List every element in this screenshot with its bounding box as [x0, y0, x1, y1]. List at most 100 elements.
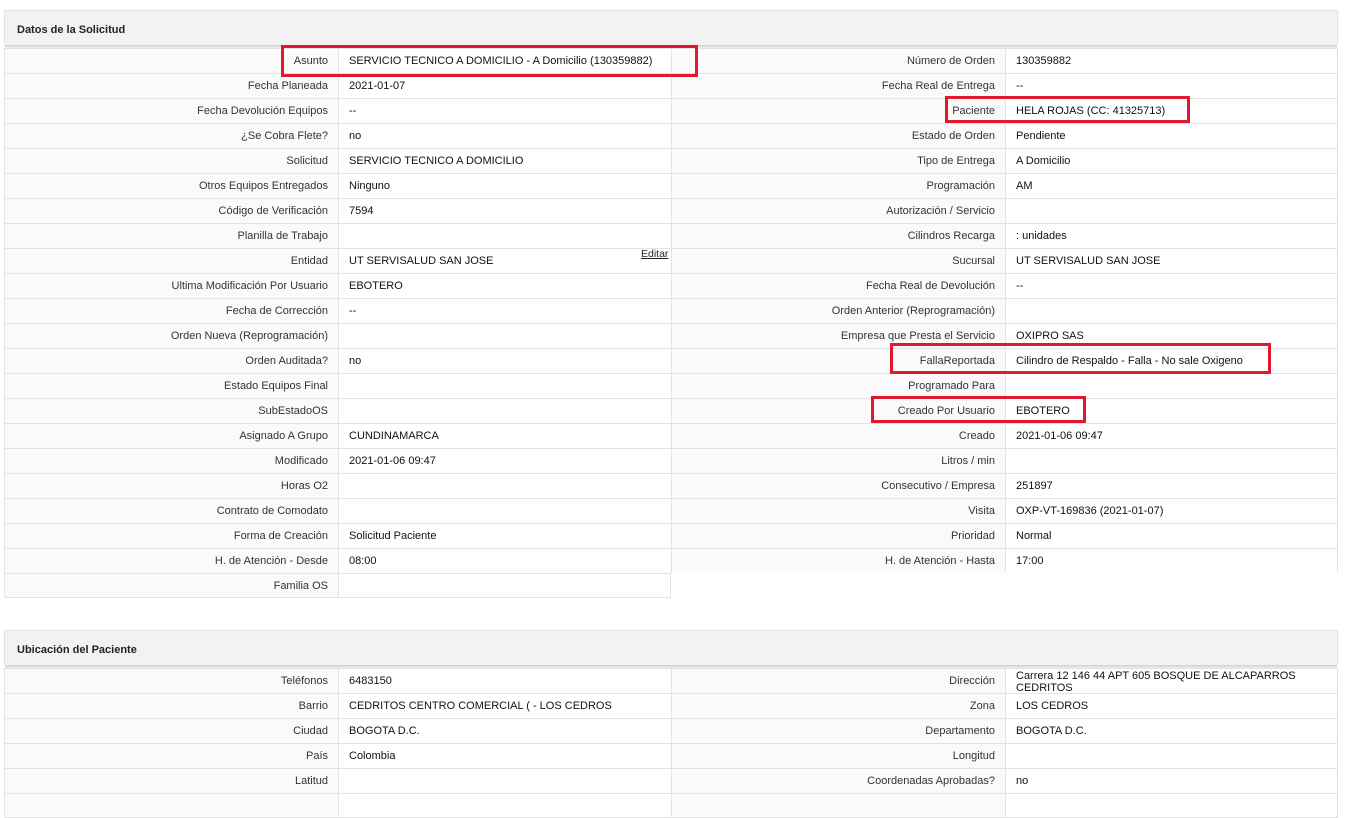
field-label: Tipo de Entrega — [671, 148, 1005, 173]
field-value — [338, 473, 671, 498]
field-label: Cilindros Recarga — [671, 223, 1005, 248]
field-value: Ninguno — [338, 173, 671, 198]
field-label: Fecha de Corrección — [4, 298, 338, 323]
field-label: FallaReportada — [671, 348, 1005, 373]
field-value: no — [338, 348, 671, 373]
field-value — [1005, 448, 1338, 473]
field-value: : unidades — [1005, 223, 1338, 248]
field-value: -- — [338, 298, 671, 323]
field-label: Sucursal — [671, 248, 1005, 273]
field-value: LOS CEDROS — [1005, 693, 1338, 718]
field-value: CUNDINAMARCA — [338, 423, 671, 448]
field-value: AM — [1005, 173, 1338, 198]
field-label: Orden Auditada? — [4, 348, 338, 373]
field-value: Cilindro de Respaldo - Falla - No sale O… — [1005, 348, 1338, 373]
solicitud-panel-title: Datos de la Solicitud — [4, 10, 1338, 48]
field-label: Fecha Devolución Equipos — [4, 98, 338, 123]
field-label: País — [4, 743, 338, 768]
field-value: A Domicilio — [1005, 148, 1338, 173]
field-label: Orden Nueva (Reprogramación) — [4, 323, 338, 348]
field-label: Zona — [671, 693, 1005, 718]
field-value — [1005, 298, 1338, 323]
field-label: Latitud — [4, 768, 338, 793]
field-value: OXP-VT-169836 (2021-01-07) — [1005, 498, 1338, 523]
field-value: 6483150 — [338, 668, 671, 693]
field-value: Carrera 12 146 44 APT 605 BOSQUE DE ALCA… — [1005, 668, 1338, 693]
field-value: OXIPRO SAS — [1005, 323, 1338, 348]
field-label: Modificado — [4, 448, 338, 473]
ubicacion-panel-title: Ubicación del Paciente — [4, 630, 1338, 668]
field-value — [1005, 743, 1338, 768]
field-value: UT SERVISALUD SAN JOSE — [338, 248, 671, 273]
field-value: Colombia — [338, 743, 671, 768]
field-value — [1005, 793, 1338, 818]
field-label: Departamento — [671, 718, 1005, 743]
field-value: Normal — [1005, 523, 1338, 548]
ubicacion-panel: Ubicación del Paciente Teléfonos 6483150 D… — [4, 630, 1338, 818]
field-label: Horas O2 — [4, 473, 338, 498]
field-label: Familia OS — [4, 573, 338, 598]
field-value: 2021-01-06 09:47 — [1005, 423, 1338, 448]
field-label: Prioridad — [671, 523, 1005, 548]
field-label: Otros Equipos Entregados — [4, 173, 338, 198]
field-label: Solicitud — [4, 148, 338, 173]
field-value: no — [1005, 768, 1338, 793]
field-value: EBOTERO — [338, 273, 671, 298]
field-value: 2021-01-06 09:47 — [338, 448, 671, 473]
field-value: 08:00 — [338, 548, 671, 573]
field-value: 17:00 — [1005, 548, 1338, 573]
field-label: Longitud — [671, 743, 1005, 768]
field-label: SubEstadoOS — [4, 398, 338, 423]
field-label: Asunto — [4, 48, 338, 73]
field-label: Creado — [671, 423, 1005, 448]
editar-link[interactable]: Editar — [641, 248, 668, 260]
field-label: Paciente — [671, 98, 1005, 123]
field-label: Coordenadas Aprobadas? — [671, 768, 1005, 793]
solicitud-panel: Datos de la Solicitud Asunto SERVICIO TEC… — [4, 10, 1338, 598]
field-label: Fecha Real de Devolución — [671, 273, 1005, 298]
field-label: Estado Equipos Final — [4, 373, 338, 398]
field-label: Barrio — [4, 693, 338, 718]
field-label: H. de Atención - Desde — [4, 548, 338, 573]
field-value: Solicitud Paciente — [338, 523, 671, 548]
field-value: HELA ROJAS (CC: 41325713) — [1005, 98, 1338, 123]
field-value — [338, 793, 671, 818]
field-label: Número de Orden — [671, 48, 1005, 73]
field-value: -- — [1005, 73, 1338, 98]
field-label: Visita — [671, 498, 1005, 523]
field-value: SERVICIO TECNICO A DOMICILIO — [338, 148, 671, 173]
field-value: EBOTERO — [1005, 398, 1338, 423]
field-label: Estado de Orden — [671, 123, 1005, 148]
field-label: Ultima Modificación Por Usuario — [4, 273, 338, 298]
field-label: Código de Verificación — [4, 198, 338, 223]
field-value — [338, 398, 671, 423]
field-label: Litros / min — [671, 448, 1005, 473]
field-label — [671, 793, 1005, 818]
field-label: Contrato de Comodato — [4, 498, 338, 523]
field-label: H. de Atención - Hasta — [671, 548, 1005, 573]
field-value: 251897 — [1005, 473, 1338, 498]
field-label: Ciudad — [4, 718, 338, 743]
field-label: Forma de Creación — [4, 523, 338, 548]
field-value: 130359882 — [1005, 48, 1338, 73]
field-value: no — [338, 123, 671, 148]
field-value: Pendiente — [1005, 123, 1338, 148]
field-label: Asignado A Grupo — [4, 423, 338, 448]
field-value: CEDRITOS CENTRO COMERCIAL ( - LOS CEDROS — [338, 693, 671, 718]
field-value: -- — [1005, 273, 1338, 298]
field-value: UT SERVISALUD SAN JOSE — [1005, 248, 1338, 273]
field-value — [338, 573, 671, 598]
field-value: 7594 — [338, 198, 671, 223]
field-label: ¿Se Cobra Flete? — [4, 123, 338, 148]
field-label: Programación — [671, 173, 1005, 198]
field-label: Consecutivo / Empresa — [671, 473, 1005, 498]
field-value: 2021-01-07 — [338, 73, 671, 98]
field-value — [338, 768, 671, 793]
field-label: Orden Anterior (Reprogramación) — [671, 298, 1005, 323]
field-value — [338, 373, 671, 398]
field-value: -- — [338, 98, 671, 123]
field-value: SERVICIO TECNICO A DOMICILIO - A Domicil… — [338, 48, 671, 73]
field-label: Fecha Real de Entrega — [671, 73, 1005, 98]
field-label: Autorización / Servicio — [671, 198, 1005, 223]
field-label: Fecha Planeada — [4, 73, 338, 98]
